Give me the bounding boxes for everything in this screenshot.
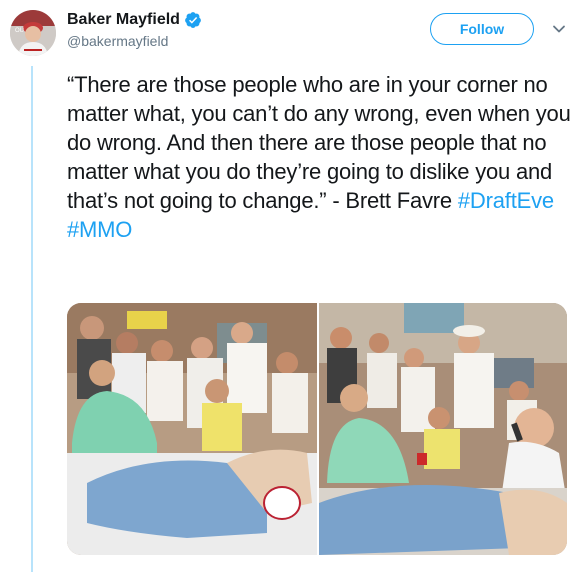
- author-handle[interactable]: @bakermayfield: [67, 33, 168, 49]
- tweet-text: “There are those people who are in your …: [67, 70, 572, 244]
- tweet-photo-right[interactable]: [319, 303, 567, 555]
- author-name-row[interactable]: Baker Mayfield: [67, 11, 202, 29]
- avatar[interactable]: OU: [10, 10, 56, 56]
- svg-text:OU: OU: [15, 28, 24, 34]
- hashtag-link[interactable]: #DraftEve: [458, 188, 554, 213]
- color-photo-icon: [67, 303, 317, 555]
- display-name[interactable]: Baker Mayfield: [67, 11, 180, 29]
- verified-badge-icon: [185, 12, 201, 28]
- hashtag-link[interactable]: #MMO: [67, 217, 132, 242]
- tweet-photo-left[interactable]: [67, 303, 317, 555]
- profile-photo-icon: OU: [10, 10, 56, 56]
- thread-connector-line: [31, 66, 33, 572]
- color-photo-icon: [319, 303, 567, 555]
- tweet-media-grid: [67, 303, 567, 555]
- chevron-down-icon[interactable]: [552, 22, 566, 36]
- follow-button[interactable]: Follow: [430, 13, 534, 45]
